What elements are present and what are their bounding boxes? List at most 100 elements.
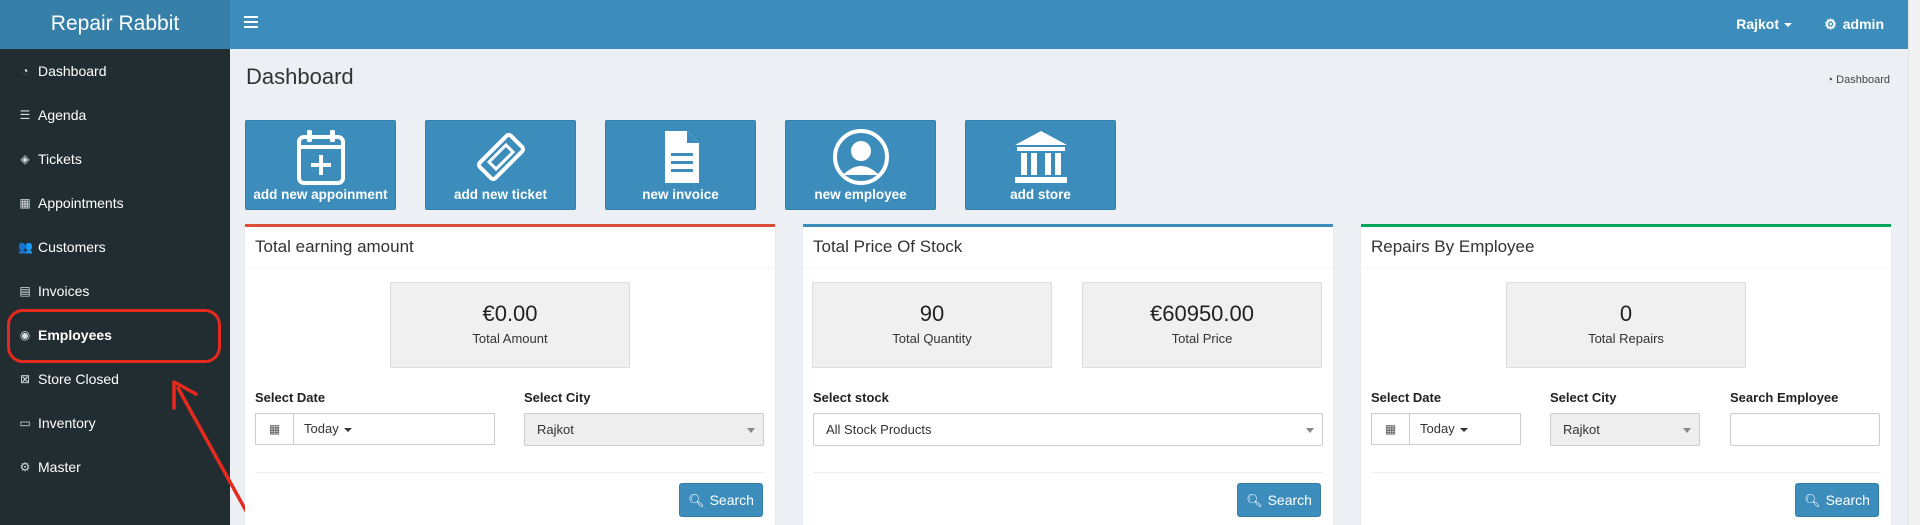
panel-title: Total earning amount [245,227,775,269]
calendar-icon: ▦ [256,414,294,444]
search-icon: 🔍︎ [1246,493,1263,508]
sidebar-item-appointments[interactable]: ▦ Appointments [0,181,230,225]
add-appointment-button[interactable]: add new appoinment [245,120,396,210]
stat-caption: Total Price [1171,331,1233,346]
ticket-icon [476,132,525,182]
city-dropdown[interactable]: Rajkot [1736,0,1792,49]
caret-down-icon [1784,23,1792,28]
cogs-icon: ⚙ [19,460,31,474]
button-label: Search [709,492,754,508]
field-label: Search Employee [1730,390,1839,405]
divider [255,472,765,473]
stock-select[interactable]: All Stock Products [813,413,1323,446]
sidebar-item-label: Inventory [38,415,96,431]
total-quantity-stat: 90 Total Quantity [812,282,1052,368]
new-invoice-button[interactable]: new invoice [605,120,756,210]
calendar-icon: ▦ [19,196,31,210]
chevron-down-icon [1683,428,1691,433]
breadcrumb-label: Dashboard [1836,74,1890,86]
field-label: Select Date [255,390,326,405]
stat-caption: Total Amount [472,331,548,346]
total-repairs-stat: 0 Total Repairs [1506,282,1746,368]
field-label: Select City [524,390,591,405]
document-icon [664,131,699,183]
sidebar-item-label: Invoices [38,283,90,299]
calendar-times-icon: ⊠ [19,372,31,386]
total-price-stat: €60950.00 Total Price [1082,282,1322,368]
breadcrumb[interactable]: ◔ Dashboard [1827,74,1890,86]
sidebar-toggle-icon[interactable] [244,16,258,28]
sidebar-item-label: Appointments [38,195,124,211]
annotation-highlight-box [7,309,221,363]
sidebar-item-label: Master [38,459,81,475]
button-label: Search [1267,492,1312,508]
panel-title: Total Price Of Stock [803,227,1333,269]
dashboard-icon: ◔ [1826,74,1834,86]
user-menu[interactable]: ⚙ admin [1824,0,1884,49]
date-value: Today [304,421,339,436]
search-icon: 🔍︎ [1804,493,1821,508]
select-value: All Stock Products [826,422,932,437]
city-select[interactable]: Rajkot [1550,413,1700,446]
stat-value: 90 [919,301,945,326]
sidebar-item-invoices[interactable]: ▤ Invoices [0,269,230,313]
search-icon: 🔍︎ [688,493,705,508]
stat-value: €60950.00 [1150,301,1254,326]
sidebar-item-label: Dashboard [38,63,107,79]
brand-logo[interactable]: Repair Rabbit [0,0,230,49]
date-range-picker[interactable]: ▦ Today [1371,413,1521,445]
employee-search-input[interactable] [1730,413,1880,446]
button-label: add new appoinment [253,187,388,202]
stat-value: 0 [1619,301,1633,326]
field-label: Select City [1550,390,1617,405]
list-icon: ☰ [19,108,31,122]
divider [1371,472,1881,473]
add-ticket-button[interactable]: add new ticket [425,120,576,210]
select-value: Rajkot [537,422,574,437]
file-icon: ▤ [19,284,31,298]
list-alt-icon: ▭ [19,416,31,430]
button-label: add new ticket [453,187,548,202]
sidebar-item-customers[interactable]: 👥 Customers [0,225,230,269]
sidebar-item-tickets[interactable]: ◈ Tickets [0,137,230,181]
field-label: Select stock [813,390,889,405]
stat-caption: Total Repairs [1588,331,1664,346]
caret-down-icon [1459,427,1468,432]
tag-icon: ◈ [20,152,30,166]
sidebar-item-label: Store Closed [38,371,119,387]
total-amount-stat: €0.00 Total Amount [390,282,630,368]
user-circle-icon [832,129,889,185]
calendar-icon: ▦ [1372,414,1410,444]
caret-down-icon [343,427,352,432]
divider [813,472,1323,473]
city-select[interactable]: Rajkot [524,413,764,446]
sidebar-item-label: Agenda [38,107,87,123]
search-button[interactable]: 🔍︎ Search [679,483,763,517]
chevron-down-icon [1306,428,1314,433]
sidebar-item-label: Customers [38,239,106,255]
sidebar-item-label: Tickets [38,151,82,167]
users-icon: 👥 [18,240,33,254]
date-range-picker[interactable]: ▦ Today [255,413,495,445]
stock-panel: Total Price Of Stock 90 Total Quantity €… [803,224,1333,525]
top-navbar: Rajkot ⚙ admin [230,0,1908,49]
chevron-down-icon [747,428,755,433]
panel-title: Repairs By Employee [1361,227,1891,269]
add-store-button[interactable]: add store [965,120,1116,210]
search-button[interactable]: 🔍︎ Search [1237,483,1321,517]
calendar-plus-icon [296,130,345,185]
date-value: Today [1420,421,1455,436]
field-label: Select Date [1371,390,1442,405]
city-dropdown-label: Rajkot [1736,16,1779,32]
new-employee-button[interactable]: new employee [785,120,936,210]
sidebar-item-agenda[interactable]: ☰ Agenda [0,93,230,137]
gear-icon: ⚙ [1824,16,1837,32]
button-label: add store [1010,187,1071,202]
select-value: Rajkot [1563,422,1600,437]
user-name: admin [1842,16,1884,32]
button-label: new invoice [642,187,719,202]
sidebar-item-dashboard[interactable]: ◔ Dashboard [0,49,230,93]
search-button[interactable]: 🔍︎ Search [1795,483,1879,517]
page-scrollbar[interactable] [1908,0,1920,525]
bank-icon [1014,131,1067,183]
